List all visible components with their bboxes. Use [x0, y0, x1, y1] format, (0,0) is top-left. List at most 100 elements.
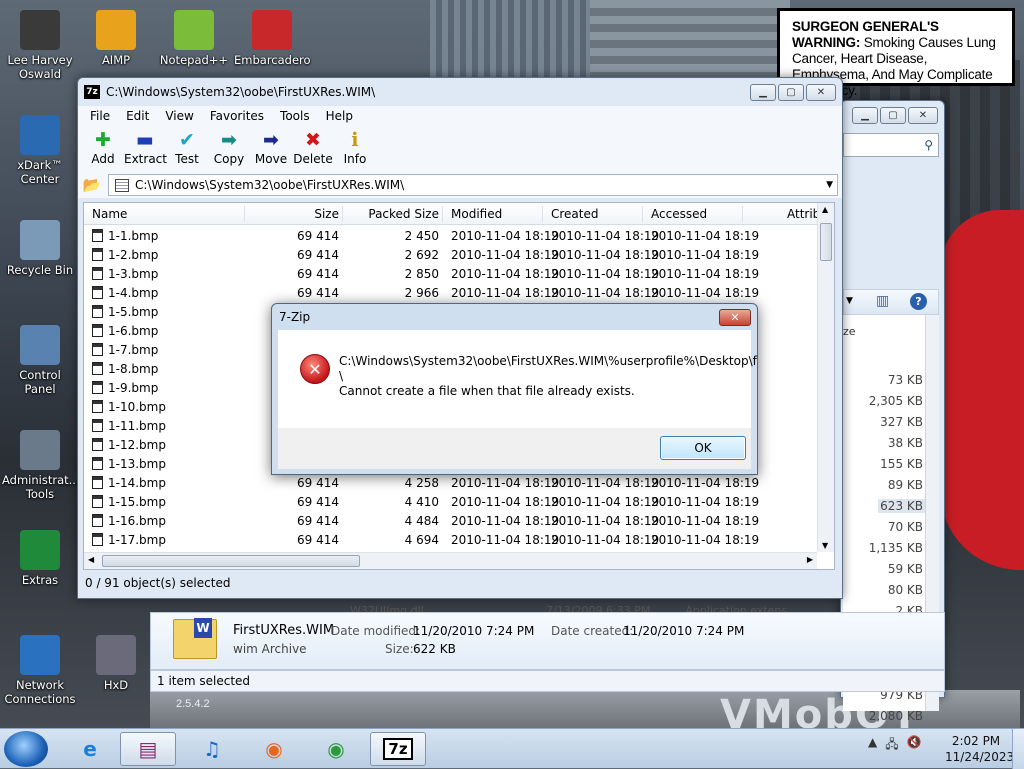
desktop-icon[interactable]: Network Connections [2, 635, 78, 706]
table-row[interactable]: 1-17.bmp 69 414 4 694 2010-11-04 18:19 2010-… [84, 531, 817, 550]
toolbar-label: Extract [124, 152, 167, 166]
minimize-button[interactable]: ▁ [852, 106, 878, 124]
file-name-text: 1-1.bmp [108, 229, 159, 243]
maximize-button[interactable]: ▢ [778, 83, 804, 101]
error-dialog[interactable]: 7-Zip ✕ ✕ C:\Windows\System32\oobe\First… [271, 303, 758, 475]
minimize-button[interactable]: ▁ [750, 83, 776, 101]
file-name-text: 1-16.bmp [108, 514, 166, 528]
menu-edit[interactable]: Edit [126, 109, 149, 123]
help-icon[interactable]: ? [910, 293, 927, 310]
delete-button[interactable]: ✖ Delete [292, 128, 334, 166]
table-row[interactable]: 1-1.bmp 69 414 2 450 2010-11-04 18:19 2010-1… [84, 227, 817, 246]
chevron-down-icon[interactable]: ▼ [846, 296, 853, 306]
scroll-down-icon[interactable]: ▼ [822, 541, 828, 550]
taskbar-winrar[interactable]: ▤ [120, 732, 176, 766]
column-header-name[interactable]: Name [92, 203, 127, 225]
column-separator[interactable] [742, 206, 743, 222]
info-button[interactable]: ℹ Info [334, 128, 376, 166]
move-button[interactable]: ➡ Move [250, 128, 292, 166]
search-input[interactable]: ⚲ [843, 133, 939, 157]
taskbar-aimp[interactable]: ♫ [184, 732, 240, 766]
taskbar: e ▤ ♫ ◉ ◉ 7z ▲ 🖧 🔇 2:02 PM 11/24/2023 [0, 728, 1024, 769]
menu-view[interactable]: View [165, 109, 193, 123]
ok-button[interactable]: OK [660, 436, 746, 460]
size-column-header[interactable]: ze [843, 325, 856, 338]
xdark-icon [20, 115, 60, 155]
column-separator[interactable] [342, 206, 343, 222]
extract-button[interactable]: ▬ Extract [124, 128, 167, 166]
sevenzip-app-icon[interactable]: 7z [84, 85, 100, 99]
volume-muted-icon[interactable]: 🔇 [907, 735, 922, 756]
column-header-packed-size[interactable]: Packed Size [344, 203, 439, 225]
menu-favorites[interactable]: Favorites [210, 109, 264, 123]
add-button[interactable]: ✚ Add [82, 128, 124, 166]
cell-size: 69 414 [297, 248, 339, 262]
column-header-attrib[interactable]: Attrib [787, 203, 820, 225]
chevron-down-icon[interactable]: ▼ [826, 180, 833, 190]
copy-button[interactable]: ➡ Copy [208, 128, 250, 166]
toolbar-label: Copy [213, 152, 245, 166]
column-header-created[interactable]: Created [551, 203, 599, 225]
table-row[interactable]: 1-2.bmp 69 414 2 692 2010-11-04 18:19 2010-1… [84, 246, 817, 265]
dialog-close-button[interactable]: ✕ [719, 308, 751, 326]
file-name-text: 1-3.bmp [108, 267, 159, 281]
file-name-text: 1-17.bmp [108, 533, 166, 547]
scroll-up-icon[interactable]: ▲ [822, 205, 828, 214]
column-header-modified[interactable]: Modified [451, 203, 502, 225]
scrollbar-thumb[interactable] [102, 555, 360, 567]
file-name: 1-10.bmp [92, 398, 166, 417]
network-icon[interactable]: 🖧 [885, 735, 898, 756]
desktop-icon[interactable]: HxD [78, 635, 154, 692]
sevenzip-titlebar[interactable]: 7z C:\Windows\System32\oobe\FirstUXRes.W… [78, 78, 842, 106]
test-button[interactable]: ✔ Test [166, 128, 208, 166]
table-row[interactable]: 1-3.bmp 69 414 2 850 2010-11-04 18:19 2010-1… [84, 265, 817, 284]
vertical-scrollbar[interactable]: ▲ ▼ [817, 203, 834, 552]
desktop-icon[interactable]: Control Panel [2, 325, 78, 396]
taskbar-firefox[interactable]: ◉ [246, 732, 302, 766]
file-name: 1-1.bmp [92, 227, 158, 246]
explorer-titlebar[interactable]: ▁ ▢ ✕ [841, 101, 944, 129]
cell-modified: 2010-11-04 18:19 [451, 286, 560, 300]
menu-tools[interactable]: Tools [280, 109, 310, 123]
taskbar-ie[interactable]: e [62, 732, 118, 766]
up-folder-icon[interactable]: 📂 [82, 175, 102, 195]
table-row[interactable]: 1-4.bmp 69 414 2 966 2010-11-04 18:19 2010-1… [84, 284, 817, 303]
maximize-button[interactable]: ▢ [880, 106, 906, 124]
column-separator[interactable] [442, 206, 443, 222]
start-button[interactable] [4, 731, 48, 767]
horizontal-scrollbar[interactable]: ◀ ▶ [84, 552, 817, 569]
desktop-icon[interactable]: xDark™ Center [2, 115, 78, 186]
desktop-icon[interactable]: Notepad++ [156, 10, 232, 67]
desktop-icon[interactable]: Administrat... Tools [2, 430, 80, 501]
column-separator[interactable] [542, 206, 543, 222]
scroll-right-icon[interactable]: ▶ [807, 555, 813, 564]
desktop-icon[interactable]: Lee Harvey Oswald [2, 10, 78, 81]
dialog-titlebar[interactable]: 7-Zip ✕ [272, 304, 757, 330]
desktop-icon[interactable]: Embarcadero [234, 10, 311, 67]
column-separator[interactable] [244, 206, 245, 222]
scrollbar-thumb[interactable] [820, 223, 832, 261]
table-row[interactable]: 1-14.bmp 69 414 4 258 2010-11-04 18:19 2010-… [84, 474, 817, 493]
cell-size: 69 414 [297, 533, 339, 547]
clock[interactable]: 2:02 PM 11/24/2023 [945, 733, 1014, 765]
desktop-icon[interactable]: Extras [2, 530, 78, 587]
desktop-icon[interactable]: AIMP [78, 10, 154, 67]
column-separator[interactable] [642, 206, 643, 222]
menu-help[interactable]: Help [326, 109, 353, 123]
address-field[interactable]: C:\Windows\System32\oobe\FirstUXRes.WIM\… [108, 174, 838, 196]
taskbar-7zip[interactable]: 7z [370, 732, 426, 766]
table-row[interactable]: 1-15.bmp 69 414 4 410 2010-11-04 18:19 2010-… [84, 493, 817, 512]
close-button[interactable]: ✕ [908, 106, 938, 124]
column-header-size[interactable]: Size [244, 203, 339, 225]
table-row[interactable]: 1-16.bmp 69 414 4 484 2010-11-04 18:19 2010-… [84, 512, 817, 531]
view-pane-icon[interactable]: ▥ [876, 293, 889, 309]
show-desktop-button[interactable] [1012, 729, 1024, 769]
tray-expand-icon[interactable]: ▲ [868, 735, 877, 756]
taskbar-chrome[interactable]: ◉ [308, 732, 364, 766]
archive-icon [115, 178, 129, 192]
column-header-accessed[interactable]: Accessed [651, 203, 707, 225]
desktop-icon[interactable]: Recycle Bin [2, 220, 78, 277]
scroll-left-icon[interactable]: ◀ [88, 555, 94, 564]
menu-file[interactable]: File [90, 109, 110, 123]
close-button[interactable]: ✕ [806, 83, 836, 101]
